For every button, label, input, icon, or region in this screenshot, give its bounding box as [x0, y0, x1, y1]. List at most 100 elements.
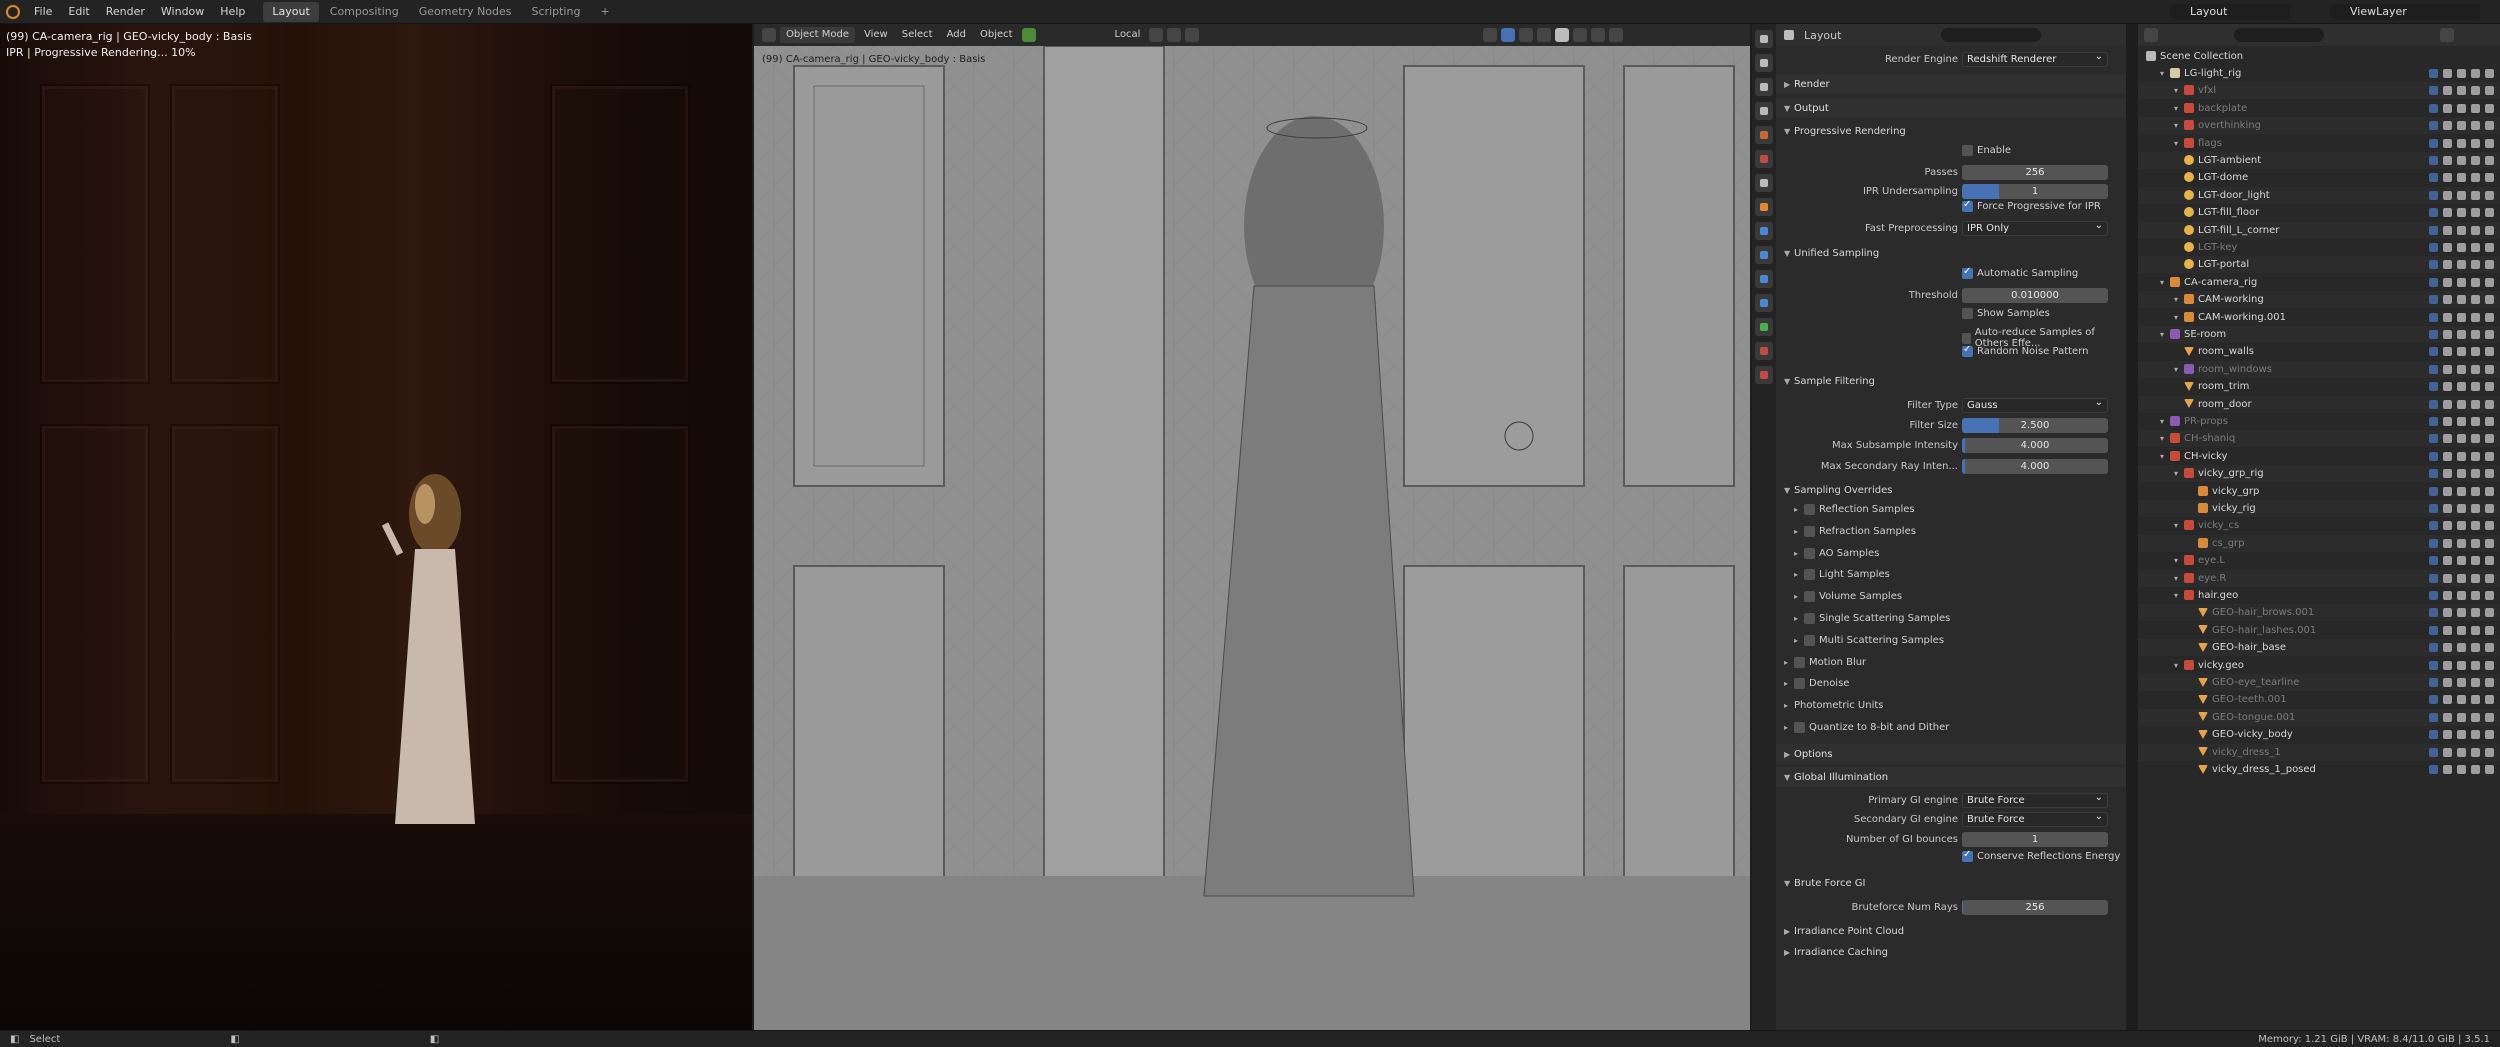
exclude-checkbox-icon[interactable]: [2429, 138, 2438, 148]
viewport-monitor-icon[interactable]: [2471, 573, 2480, 583]
exclude-checkbox-icon[interactable]: [2429, 417, 2438, 426]
camera-render-icon[interactable]: [2485, 417, 2494, 426]
override-volume[interactable]: ▸ Volume Samples: [1794, 591, 1902, 602]
expand-chevron-icon[interactable]: ▾: [2160, 69, 2170, 78]
output-panel-header[interactable]: ▼ Output: [1776, 98, 2126, 118]
select-arrow-icon[interactable]: [2443, 103, 2452, 113]
camera-render-icon[interactable]: [2485, 190, 2494, 200]
select-arrow-icon[interactable]: [2443, 625, 2452, 635]
viewport-monitor-icon[interactable]: [2471, 538, 2480, 548]
camera-render-icon[interactable]: [2485, 678, 2494, 687]
camera-render-icon[interactable]: [2485, 382, 2494, 392]
outliner-item[interactable]: LGT-ambient: [2138, 152, 2500, 169]
camera-render-icon[interactable]: [2485, 451, 2494, 461]
expand-chevron-icon[interactable]: ▾: [2174, 469, 2184, 478]
eye-icon[interactable]: [2457, 225, 2466, 235]
camera-render-icon[interactable]: [2485, 295, 2494, 305]
viewport-monitor-icon[interactable]: [2471, 730, 2480, 740]
data-tab-icon[interactable]: [1755, 318, 1773, 336]
select-arrow-icon[interactable]: [2443, 521, 2452, 531]
viewport-monitor-icon[interactable]: [2471, 504, 2480, 513]
outliner-item[interactable]: vicky_rig: [2138, 500, 2500, 517]
outliner-item[interactable]: ▾ hair.geo: [2138, 587, 2500, 604]
camera-render-icon[interactable]: [2485, 399, 2494, 409]
photometric-units-panel[interactable]: ▸ Photometric Units: [1784, 700, 1883, 711]
exclude-checkbox-icon[interactable]: [2429, 156, 2438, 165]
menu-view[interactable]: View: [859, 27, 893, 43]
outliner-item[interactable]: ▾ vicky.geo: [2138, 657, 2500, 674]
select-arrow-icon[interactable]: [2443, 678, 2452, 687]
bruteforce-rays-field[interactable]: 256: [1962, 899, 2108, 915]
exclude-checkbox-icon[interactable]: [2429, 434, 2438, 444]
viewport-monitor-icon[interactable]: [2471, 556, 2480, 566]
viewport-monitor-icon[interactable]: [2471, 469, 2480, 479]
viewport-monitor-icon[interactable]: [2471, 608, 2480, 618]
tab-geometry-nodes[interactable]: Geometry Nodes: [410, 2, 521, 22]
irradiance-point-cloud-header[interactable]: ▶ Irradiance Point Cloud: [1784, 922, 2126, 940]
secondary-gi-dropdown[interactable]: Brute Force: [1962, 810, 2108, 827]
object-tab-icon[interactable]: [1755, 198, 1773, 216]
overlay-icon[interactable]: [1501, 28, 1516, 42]
outliner-item[interactable]: ▾ PR-props: [2138, 413, 2500, 430]
outliner-item[interactable]: ▾ room_windows: [2138, 360, 2500, 378]
exclude-checkbox-icon[interactable]: [2429, 399, 2438, 409]
outliner-item[interactable]: GEO-teeth.001: [2138, 691, 2500, 708]
select-arrow-icon[interactable]: [2443, 556, 2452, 566]
select-arrow-icon[interactable]: [2443, 382, 2452, 392]
exclude-checkbox-icon[interactable]: [2429, 486, 2438, 496]
show-samples-checkbox[interactable]: Show Samples: [1962, 308, 2050, 319]
modifier-tab-icon[interactable]: [1755, 222, 1773, 240]
viewport-monitor-icon[interactable]: [2471, 364, 2480, 374]
select-arrow-icon[interactable]: [2443, 277, 2452, 287]
viewport-monitor-icon[interactable]: [2471, 660, 2480, 670]
expand-chevron-icon[interactable]: ▾: [2174, 121, 2184, 130]
exclude-checkbox-icon[interactable]: [2429, 347, 2438, 357]
snap-icon[interactable]: [1167, 28, 1182, 42]
select-arrow-icon[interactable]: [2443, 225, 2452, 235]
expand-chevron-icon[interactable]: ▾: [2160, 330, 2170, 339]
eye-icon[interactable]: [2457, 364, 2466, 374]
tab-compositing[interactable]: Compositing: [321, 2, 408, 22]
fast-preprocessing-dropdown[interactable]: IPR Only: [1962, 219, 2108, 236]
camera-render-icon[interactable]: [2485, 730, 2494, 740]
exclude-checkbox-icon[interactable]: [2429, 625, 2438, 635]
exclude-checkbox-icon[interactable]: [2429, 277, 2438, 287]
physics-tab-icon[interactable]: [1755, 270, 1773, 288]
exclude-checkbox-icon[interactable]: [2429, 208, 2438, 218]
exclude-checkbox-icon[interactable]: [2429, 660, 2438, 670]
outliner-item[interactable]: vicky_grp: [2138, 483, 2500, 500]
select-arrow-icon[interactable]: [2443, 243, 2452, 252]
eye-icon[interactable]: [2457, 417, 2466, 426]
menu-help[interactable]: Help: [212, 0, 253, 24]
outliner-item[interactable]: ▾ CA-camera_rig: [2138, 274, 2500, 291]
brute-force-gi-header[interactable]: ▼ Brute Force GI: [1784, 874, 2126, 892]
exclude-checkbox-icon[interactable]: [2429, 712, 2438, 722]
outliner-item[interactable]: LGT-key: [2138, 239, 2500, 256]
override-multi-scattering[interactable]: ▸ Multi Scattering Samples: [1794, 635, 1944, 646]
tool-tab-icon[interactable]: [1755, 30, 1773, 48]
eye-icon[interactable]: [2457, 399, 2466, 409]
exclude-checkbox-icon[interactable]: [2429, 173, 2438, 183]
global-illumination-header[interactable]: ▼ Global Illumination: [1776, 767, 2126, 787]
outliner-item[interactable]: ▾ CH-vicky: [2138, 448, 2500, 465]
viewport-monitor-icon[interactable]: [2471, 138, 2480, 148]
eye-icon[interactable]: [2457, 591, 2466, 600]
camera-render-icon[interactable]: [2485, 643, 2494, 653]
select-arrow-icon[interactable]: [2443, 730, 2452, 740]
menu-window[interactable]: Window: [153, 0, 212, 24]
pivot-icon[interactable]: [1149, 28, 1164, 42]
constraints-tab-icon[interactable]: [1755, 294, 1773, 312]
filter-icon[interactable]: [2440, 28, 2454, 42]
select-arrow-icon[interactable]: [2443, 330, 2452, 339]
camera-render-icon[interactable]: [2485, 260, 2494, 270]
viewport-monitor-icon[interactable]: [2471, 243, 2480, 252]
solid-shading-icon[interactable]: [1555, 28, 1570, 42]
select-arrow-icon[interactable]: [2443, 312, 2452, 322]
camera-render-icon[interactable]: [2485, 538, 2494, 548]
select-arrow-icon[interactable]: [2443, 591, 2452, 600]
eye-icon[interactable]: [2457, 556, 2466, 566]
collection-tab-icon[interactable]: [1755, 174, 1773, 192]
force-progressive-checkbox[interactable]: Force Progressive for IPR: [1962, 199, 2101, 212]
eye-icon[interactable]: [2457, 643, 2466, 653]
outliner-item[interactable]: vicky_dress_1_posed: [2138, 761, 2500, 778]
